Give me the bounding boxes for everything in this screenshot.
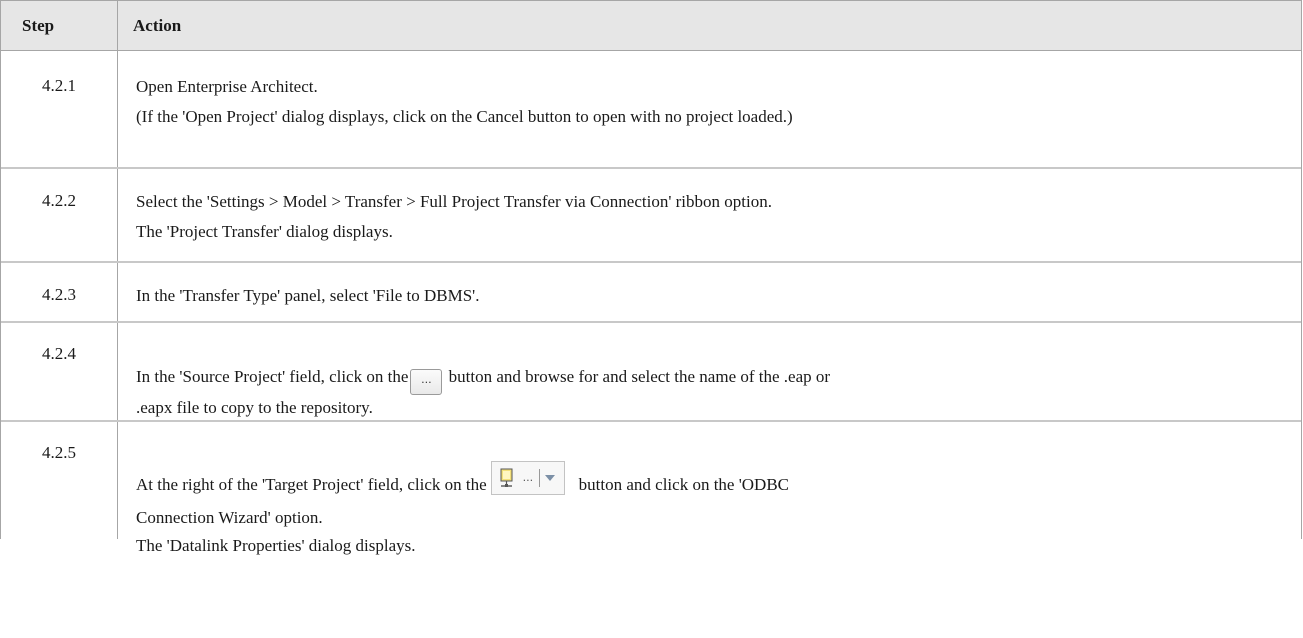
table-row: 4.2.4 In the 'Source Project' field, cli… (1, 323, 1301, 422)
action-text: The 'Project Transfer' dialog displays. (136, 222, 393, 241)
step-number: 4.2.3 (1, 263, 118, 321)
step-number-text: 4.2.5 (42, 443, 76, 462)
header-step: Step (1, 1, 118, 50)
step-number: 4.2.1 (1, 51, 118, 167)
ellipsis-button-icon[interactable]: ... (410, 369, 443, 395)
action-text: Select the 'Settings > Model > Transfer … (136, 192, 772, 211)
step-number: 4.2.5 (1, 422, 118, 539)
step-number: 4.2.2 (1, 169, 118, 261)
connection-button-label: ... (522, 471, 534, 484)
action-text-after: button and click on the 'ODBC (578, 475, 790, 494)
action-cell: In the 'Transfer Type' panel, select 'Fi… (118, 263, 1301, 321)
action-text: In the 'Transfer Type' panel, select 'Fi… (136, 286, 480, 305)
action-text-before: At the right of the 'Target Project' fie… (136, 475, 487, 494)
action-text: .eapx file to copy to the repository. (136, 398, 373, 417)
action-cell: Select the 'Settings > Model > Transfer … (118, 169, 1301, 261)
table-row: 4.2.1 Open Enterprise Architect. (If the… (1, 51, 1301, 169)
dropdown-arrow-icon[interactable] (545, 475, 556, 481)
step-number: 4.2.4 (1, 323, 118, 420)
step-number-text: 4.2.4 (42, 344, 76, 363)
ellipsis-button-label: ... (421, 373, 432, 386)
action-text-after: button and browse for and select the nam… (448, 367, 831, 386)
table-header-row: Step Action (1, 1, 1301, 51)
action-text: (If the 'Open Project' dialog displays, … (136, 107, 793, 126)
action-text: Connection Wizard' option. (136, 508, 323, 527)
action-text: Open Enterprise Architect. (136, 77, 318, 96)
table-row: 4.2.2 Select the 'Settings > Model > Tra… (1, 169, 1301, 263)
action-text-before: In the 'Source Project' field, click on … (136, 367, 409, 386)
table-row: 4.2.3 In the 'Transfer Type' panel, sele… (1, 263, 1301, 323)
action-cell: Open Enterprise Architect. (If the 'Open… (118, 51, 1301, 167)
step-number-text: 4.2.3 (42, 285, 76, 304)
button-separator (539, 469, 541, 487)
action-cell: At the right of the 'Target Project' fie… (118, 422, 1301, 555)
action-text: In the 'Source Project' field, click on … (136, 366, 1281, 397)
action-text: At the right of the 'Target Project' fie… (136, 461, 1281, 501)
table-row: 4.2.5 At the right of the 'Target Projec… (1, 422, 1301, 555)
step-number-text: 4.2.2 (42, 191, 76, 210)
procedure-table: Step Action 4.2.1 Open Enterprise Archit… (0, 0, 1302, 555)
connection-dropdown-button[interactable]: ... (490, 461, 565, 495)
header-action: Action (133, 16, 182, 35)
database-connection-icon (500, 468, 513, 487)
action-text: The 'Datalink Properties' dialog display… (136, 536, 416, 555)
step-number-text: 4.2.1 (42, 76, 76, 95)
action-cell: In the 'Source Project' field, click on … (118, 323, 1301, 420)
